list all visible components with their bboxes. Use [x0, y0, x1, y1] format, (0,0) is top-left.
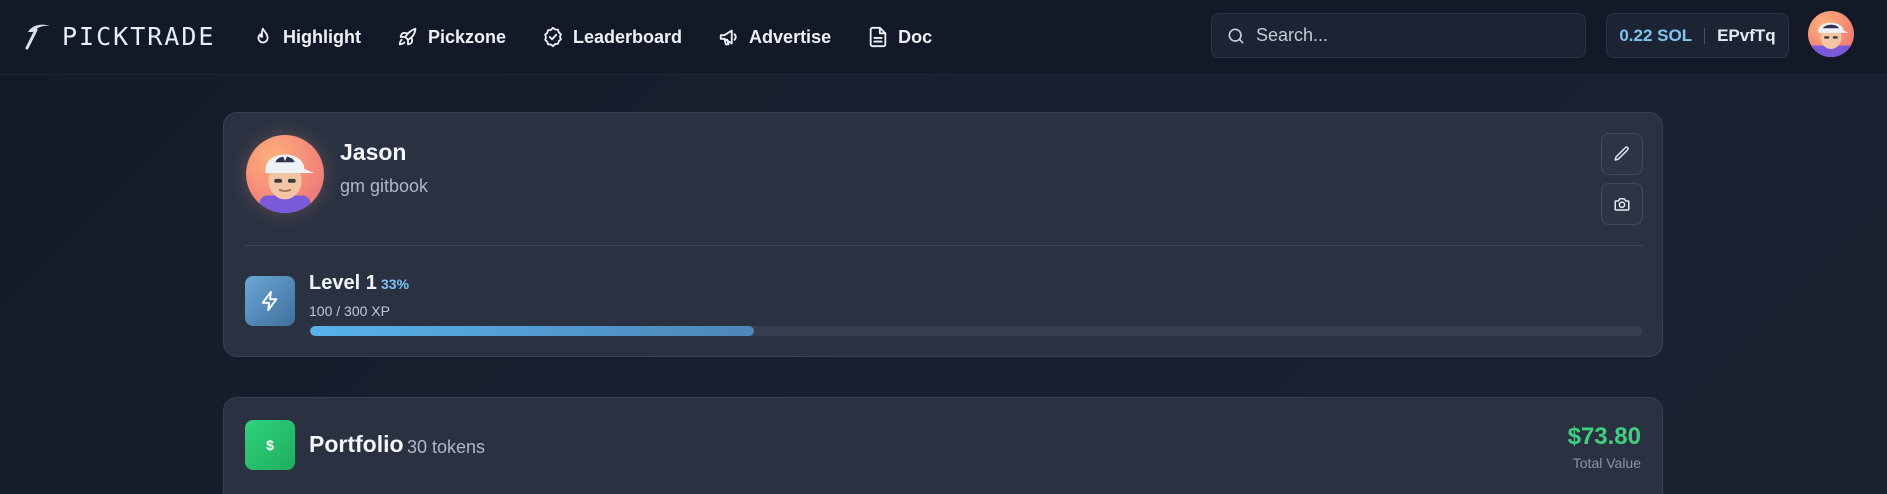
search-input[interactable] [1256, 25, 1556, 46]
user-name: Jason [340, 139, 407, 165]
user-bio: gm gitbook [340, 176, 429, 196]
megaphone-icon [719, 29, 737, 46]
profile-card: Jason gm gitbook Level 1 33% 100 / 300 X… [223, 112, 1663, 357]
level-title: Level 1 [309, 272, 377, 294]
dollar-icon: $ [245, 420, 295, 470]
xp-progress-bar [310, 326, 1642, 336]
xp-text: 100 / 300 XP [309, 303, 390, 319]
nav-item-label: Advertise [749, 26, 832, 47]
portfolio-card: $ Portfolio 30 tokens $73.80 Total Value [223, 397, 1663, 494]
divider [244, 245, 1644, 246]
nav-avatar[interactable] [1808, 11, 1854, 57]
lightning-icon [261, 290, 278, 312]
search-icon [1228, 28, 1244, 44]
avatar-illustration [1808, 22, 1854, 57]
pickaxe-icon [25, 24, 50, 50]
nav-item-label: Leaderboard [573, 26, 683, 47]
avatar [246, 135, 324, 213]
nav-item-label: Highlight [283, 26, 361, 47]
rocket-icon [398, 27, 417, 46]
nav-item-doc[interactable]: Doc [867, 26, 932, 48]
nav-item-label: Doc [898, 26, 933, 47]
nav-item-pickzone[interactable]: Pickzone [397, 26, 506, 48]
level-percent: 33% [381, 276, 410, 292]
camera-icon [1614, 198, 1630, 211]
wallet-address: EPvfTq [1717, 25, 1776, 45]
portfolio-token-count: 30 tokens [407, 437, 486, 457]
xp-progress-fill [310, 326, 754, 336]
nav-item-leaderboard[interactable]: Leaderboard [542, 26, 682, 48]
wallet-separator [1704, 27, 1706, 44]
badge-check-icon [544, 26, 562, 48]
search-box[interactable] [1211, 13, 1586, 58]
portfolio-title: Portfolio [309, 431, 404, 457]
change-avatar-button[interactable] [1601, 183, 1643, 225]
nav-item-label: Pickzone [427, 26, 507, 47]
top-navbar: PICKTRADE Highlight Pickzone Leaderboard [0, 0, 1887, 75]
brand-name: PICKTRADE [62, 21, 216, 51]
portfolio-total-value: $73.80 [1567, 423, 1641, 450]
flame-icon [257, 27, 269, 44]
nav-links: Highlight Pickzone Leaderboard Advertise… [252, 20, 932, 54]
brand-logo[interactable]: PICKTRADE [22, 18, 215, 54]
level-badge [245, 276, 295, 326]
nav-item-highlight[interactable]: Highlight [252, 26, 361, 48]
edit-profile-button[interactable] [1601, 133, 1643, 175]
pencil-icon [1614, 146, 1629, 161]
avatar-illustration [259, 154, 315, 213]
document-icon [869, 26, 887, 48]
wallet-balance: 0.22 SOL [1619, 25, 1693, 45]
portfolio-total-label: Total Value [1572, 455, 1641, 471]
nav-item-advertise[interactable]: Advertise [718, 26, 831, 48]
wallet-button[interactable]: 0.22 SOL EPvfTq [1606, 13, 1789, 58]
